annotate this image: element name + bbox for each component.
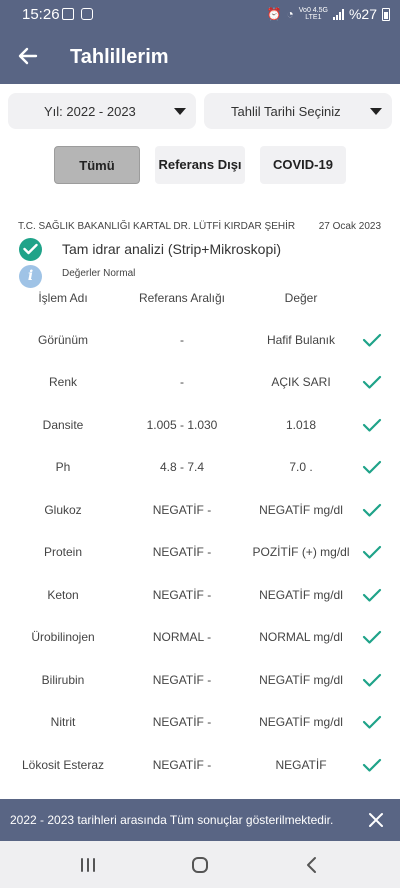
test-date-dropdown-label: Tahlil Tarihi Seçiniz <box>231 104 341 119</box>
row-value: 1.018 <box>285 418 317 432</box>
filter-chip-all[interactable]: Tümü <box>54 146 140 184</box>
column-header-reference: Referans Aralığı <box>138 291 226 305</box>
row-value: NORMAL mg/dl <box>259 630 343 644</box>
table-row: Nitrit NEGATİF - NEGATİF mg/dl <box>0 701 400 743</box>
row-reference: - <box>180 333 184 347</box>
check-icon <box>362 460 382 474</box>
check-icon <box>362 673 382 687</box>
check-icon <box>362 375 382 389</box>
row-value: NEGATİF mg/dl <box>259 588 343 602</box>
home-icon[interactable] <box>185 851 215 879</box>
filter-chip-out-of-reference[interactable]: Referans Dışı <box>155 146 245 184</box>
row-value: NEGATİF mg/dl <box>259 715 343 729</box>
table-row: Dansite 1.005 - 1.030 1.018 <box>0 404 400 446</box>
app-notification-icon <box>81 8 93 20</box>
recent-apps-icon[interactable] <box>73 851 103 879</box>
check-circle-icon <box>19 238 42 261</box>
wifi-icon: ◔ <box>286 7 294 21</box>
check-icon <box>362 333 382 347</box>
battery-icon <box>382 7 390 21</box>
year-dropdown[interactable]: Yıl: 2022 - 2023 <box>8 93 196 129</box>
table-row: Renk - AÇIK SARI <box>0 361 400 403</box>
row-name: Dansite <box>42 418 84 432</box>
values-status-note: Değerler Normal <box>62 268 136 279</box>
column-header-value: Değer <box>284 291 318 305</box>
column-header-name: İşlem Adı <box>38 291 88 305</box>
filter-chip-covid[interactable]: COVID-19 <box>260 146 346 184</box>
row-value: POZİTİF (+) mg/dl <box>252 545 350 559</box>
row-name: Bilirubin <box>41 673 85 687</box>
row-value: Hafif Bulanık <box>266 333 336 347</box>
table-row: Protein NEGATİF - POZİTİF (+) mg/dl <box>0 531 400 573</box>
row-reference: NEGATİF - <box>152 715 212 729</box>
table-row: Ürobilinojen NORMAL - NORMAL mg/dl <box>0 616 400 658</box>
row-reference: - <box>180 375 184 389</box>
row-name: Glukoz <box>44 503 82 517</box>
gallery-notification-icon <box>62 8 74 20</box>
year-dropdown-label: Yıl: 2022 - 2023 <box>44 104 136 119</box>
check-icon <box>362 630 382 644</box>
table-row: Ph 4.8 - 7.4 7.0 . <box>0 446 400 488</box>
caret-down-icon <box>174 108 186 115</box>
row-reference: NEGATİF - <box>152 758 212 772</box>
alarm-icon: ⏰ <box>266 7 282 21</box>
status-bar: 15:26 ⏰ ◔ Vo0 4.5G LTE1 %27 <box>0 0 400 30</box>
row-reference: NORMAL - <box>152 630 212 644</box>
table-row: Keton NEGATİF - NEGATİF mg/dl <box>0 574 400 616</box>
row-value: AÇIK SARI <box>271 375 331 389</box>
row-name: Nitrit <box>50 715 76 729</box>
row-reference: NEGATİF - <box>152 545 212 559</box>
check-icon <box>362 545 382 559</box>
signal-icon <box>332 8 344 20</box>
row-name: Keton <box>47 588 79 602</box>
app-bar: Tahlillerim <box>0 30 400 84</box>
check-icon <box>362 715 382 729</box>
check-icon <box>362 588 382 602</box>
row-name: Protein <box>43 545 83 559</box>
row-reference: 1.005 - 1.030 <box>146 418 218 432</box>
row-reference: NEGATİF - <box>152 588 212 602</box>
row-reference: 4.8 - 7.4 <box>159 460 205 474</box>
battery-percent: %27 <box>348 6 377 22</box>
table-row: Lökosit Esteraz NEGATİF - NEGATİF <box>0 744 400 786</box>
back-icon[interactable] <box>297 851 327 879</box>
status-right: ⏰ ◔ Vo0 4.5G LTE1 %27 <box>267 6 390 22</box>
table-row: Bilirubin NEGATİF - NEGATİF mg/dl <box>0 659 400 701</box>
row-value: NEGATİF mg/dl <box>259 673 343 687</box>
info-icon: i <box>19 265 42 288</box>
row-value: 7.0 . <box>289 460 313 474</box>
row-value: NEGATİF mg/dl <box>259 503 343 517</box>
row-name: Lökosit Esteraz <box>21 758 105 772</box>
test-name: Tam idrar analizi (Strip+Mikroskopi) <box>62 241 282 257</box>
caret-down-icon <box>370 108 382 115</box>
page-title: Tahlillerim <box>70 46 169 68</box>
check-icon <box>362 418 382 432</box>
network-indicator: Vo0 4.5G LTE1 <box>298 7 328 21</box>
row-reference: NEGATİF - <box>152 673 212 687</box>
table-row: Görünüm - Hafif Bulanık <box>0 319 400 361</box>
row-name: Ürobilinojen <box>31 630 95 644</box>
check-icon <box>362 758 382 772</box>
status-time: 15:26 <box>22 6 60 23</box>
row-value: NEGATİF <box>275 758 327 772</box>
info-snackbar: 2022 - 2023 tarihleri arasında Tüm sonuç… <box>0 799 400 841</box>
back-arrow-icon[interactable] <box>12 40 44 72</box>
row-name: Ph <box>55 460 71 474</box>
snackbar-message: 2022 - 2023 tarihleri arasında Tüm sonuç… <box>10 813 334 827</box>
system-nav-bar <box>0 841 400 888</box>
check-icon <box>362 503 382 517</box>
row-reference: NEGATİF - <box>152 503 212 517</box>
test-date-dropdown[interactable]: Tahlil Tarihi Seçiniz <box>204 93 392 129</box>
hospital-name: T.C. SAĞLIK BAKANLIĞI KARTAL DR. LÜTFİ K… <box>18 221 296 232</box>
row-name: Renk <box>48 375 77 389</box>
result-date: 27 Ocak 2023 <box>318 221 381 232</box>
close-icon[interactable] <box>364 808 388 832</box>
row-name: Görünüm <box>37 333 89 347</box>
table-row: Glukoz NEGATİF - NEGATİF mg/dl <box>0 489 400 531</box>
